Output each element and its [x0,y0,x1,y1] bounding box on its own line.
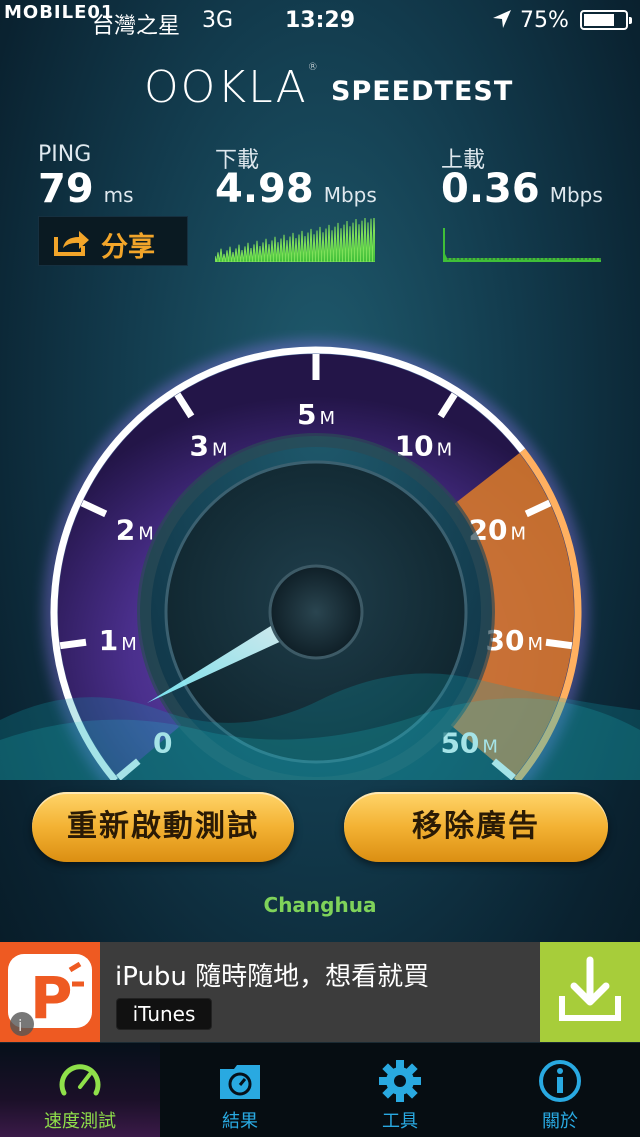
ookla-logo: OOKLA® [144,62,320,113]
download-unit: Mbps [323,183,377,207]
share-icon [54,231,89,256]
tab-speed-test[interactable]: 速度測試 [0,1043,160,1137]
download-value: 4.98 [215,166,314,212]
upload-readout: 0.36 Mbps [441,166,603,212]
tick-mark-1 [59,638,87,650]
tick-mark-30 [545,638,573,650]
battery-percent: 75% [520,8,569,33]
tab-results[interactable]: 結果 [160,1043,320,1137]
ad-title: iPubu 隨時隨地，想看就買 [115,962,430,992]
tab-bar: 速度測試 結果 工具 關於 [0,1042,640,1137]
tab-label: 速度測試 [44,1111,116,1132]
location-arrow-icon [493,10,511,28]
info-icon [539,1060,581,1102]
ping-value: 79 [38,166,94,212]
tab-tools[interactable]: 工具 [320,1043,480,1137]
tab-label: 關於 [542,1111,578,1132]
svg-text:i: i [18,1016,22,1035]
needle-hub [268,564,364,660]
restart-test-button[interactable]: 重新啟動測試 [32,792,294,862]
svg-text:P: P [30,964,73,1032]
app-title: SPEEDTEST [331,76,514,107]
share-button[interactable]: 分享 [38,216,188,266]
ping-label: PING [38,142,92,167]
status-bar: MOBILE01 台灣之星 3G 13:29 75% [0,0,640,40]
ad-banner[interactable]: P i iPubu 隨時隨地，想看就買 iTunes [0,942,640,1042]
upload-unit: Mbps [549,183,603,207]
battery-icon [580,10,632,30]
ping-unit: ms [103,183,134,207]
tab-label: 工具 [382,1111,418,1132]
tab-about[interactable]: 關於 [480,1043,640,1137]
download-graph [215,218,375,262]
share-label: 分享 [101,232,155,263]
gear-icon [379,1060,421,1102]
server-location: Changhua [263,893,377,917]
ping-readout: 79 ms [38,166,134,212]
upload-value: 0.36 [441,166,540,212]
battery-level [584,14,614,26]
download-icon [559,956,621,1021]
ad-app-icon[interactable]: P i [0,942,100,1042]
download-readout: 4.98 Mbps [215,166,377,212]
tab-label: 結果 [222,1111,258,1132]
ad-download-button[interactable] [540,942,640,1042]
remove-ads-button[interactable]: 移除廣告 [344,792,608,862]
upload-graph [441,228,601,262]
itunes-badge: iTunes [116,998,212,1030]
results-folder-icon [220,1065,260,1099]
speedometer-icon [59,1064,101,1096]
speed-gauge: 01 M2 M3 M5 M10 M20 M30 M50 M [0,339,640,780]
